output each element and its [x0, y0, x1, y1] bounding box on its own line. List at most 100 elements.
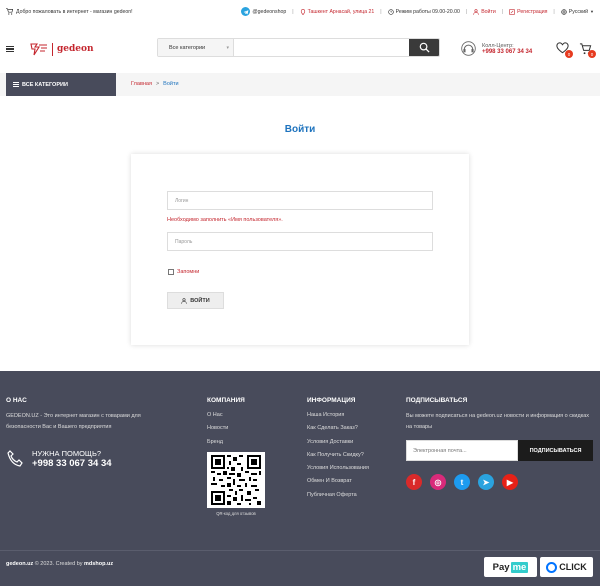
menu-icon[interactable]: [6, 45, 14, 53]
footer-about-text: GEDEON.UZ - Это интернет магазин с товар…: [6, 413, 141, 430]
divider: |: [292, 8, 294, 15]
page-title: Войти: [284, 124, 316, 135]
footer-link-discount[interactable]: Как Получить Скидку?: [307, 452, 369, 458]
breadcrumb-home[interactable]: Главная: [131, 81, 152, 87]
social-links: f ◎ t ➤ ▶: [406, 474, 596, 490]
remember-label: Запомни: [177, 269, 200, 275]
telegram-link[interactable]: @gedeonshop: [241, 7, 286, 16]
category-select-label: Все категории: [169, 44, 206, 51]
footer-subscribe-heading: ПОДПИСЫВАТЬСЯ: [406, 397, 468, 404]
register-link[interactable]: Регистрация: [509, 9, 547, 15]
wishlist-button[interactable]: 0: [556, 42, 573, 58]
subscribe-form: ПОДПИСЫВАТЬСЯ: [406, 440, 593, 461]
twitter-link[interactable]: t: [454, 474, 470, 490]
youtube-link[interactable]: ▶: [502, 474, 518, 490]
help-phone[interactable]: +998 33 067 34 34: [32, 458, 112, 469]
footer-company-heading: КОМПАНИЯ: [207, 397, 245, 404]
breadcrumb: Главная > Войти: [131, 81, 179, 87]
payme-me-text: me: [510, 561, 529, 573]
work-hours: Режим работы 09.00-20.00: [387, 8, 460, 15]
username-error: Необходимо заполнить «Имя пользователя».: [167, 217, 283, 223]
footer-link-news[interactable]: Новости: [207, 425, 265, 431]
cart-button[interactable]: 0: [579, 42, 596, 58]
main-header: gedeon Все категории ▾ Колл-Центр: +998 …: [0, 32, 600, 66]
footer-link-about[interactable]: О Нас: [207, 412, 265, 418]
footer-info: ИНФОРМАЦИЯ Наша История Как Сделать Зака…: [307, 397, 369, 505]
footer-link-brand[interactable]: Бренд: [207, 439, 265, 445]
login-button[interactable]: ВОЙТИ: [167, 292, 224, 309]
site-logo[interactable]: gedeon: [30, 42, 94, 56]
footer-company: КОМПАНИЯ О Нас Новости Бренд QR-код для …: [207, 397, 265, 516]
search-bar: Все категории ▾: [157, 38, 440, 57]
footer-link-delivery[interactable]: Условия Доставки: [307, 439, 369, 445]
nav-bar: ВСЕ КАТЕГОРИИ Главная > Войти: [0, 73, 600, 96]
login-link[interactable]: Войти: [473, 9, 496, 15]
logo-divider: [52, 42, 53, 56]
qr-code-icon: [211, 454, 261, 505]
facebook-link[interactable]: f: [406, 474, 422, 490]
footer-link-how-to-order[interactable]: Как Сделать Заказ?: [307, 425, 369, 431]
user-icon: [181, 297, 187, 304]
telegram-link[interactable]: ➤: [478, 474, 494, 490]
search-input[interactable]: [234, 39, 409, 56]
register-link-label: Регистрация: [517, 8, 548, 15]
footer-about: О НАС GEDEON.UZ - Это интернет магазин с…: [6, 397, 176, 432]
help-block: НУЖНА ПОМОЩЬ? +998 33 067 34 34: [6, 449, 112, 469]
login-button-label: ВОЙТИ: [190, 297, 210, 304]
facebook-icon: f: [412, 477, 416, 487]
qr-code: [207, 451, 265, 508]
all-categories-label: ВСЕ КАТЕГОРИИ: [22, 81, 68, 88]
click-text: CLICK: [559, 562, 587, 572]
twitter-icon: t: [460, 477, 464, 487]
call-center-phone[interactable]: +998 33 067 34 34: [482, 49, 532, 55]
payme-text: Pay: [492, 561, 510, 573]
divider: |: [465, 8, 468, 15]
footer-about-heading: О НАС: [6, 397, 27, 404]
instagram-link[interactable]: ◎: [430, 474, 446, 490]
support-headset-icon: [461, 41, 476, 56]
cart-count-badge: 0: [588, 50, 596, 58]
help-label: НУЖНА ПОМОЩЬ?: [32, 449, 102, 458]
subscribe-button[interactable]: ПОДПИСЫВАТЬСЯ: [518, 440, 593, 461]
globe-icon: [561, 8, 567, 15]
telegram-icon: ➤: [482, 477, 490, 487]
search-button[interactable]: [409, 39, 439, 56]
login-link-label: Войти: [481, 8, 496, 15]
qr-caption: QR-код для отзывов: [216, 510, 256, 516]
remember-me[interactable]: Запомни: [168, 269, 199, 275]
footer-subscribe: ПОДПИСЫВАТЬСЯ Вы можете подписаться на g…: [406, 397, 596, 490]
username-placeholder: Логин: [175, 197, 189, 204]
chevron-down-icon: ▾: [226, 45, 229, 51]
footer-link-offer[interactable]: Публичная Оферта: [307, 492, 369, 498]
copyright-text: © 2023. Created by: [33, 561, 85, 567]
language-select[interactable]: Русский ▼: [561, 9, 594, 15]
footer-link-history[interactable]: Наша История: [307, 412, 369, 418]
email-field[interactable]: [406, 440, 518, 461]
payme-logo: Pay me: [484, 557, 537, 577]
footer-divider: [0, 550, 600, 551]
telegram-icon: [241, 7, 251, 16]
category-select[interactable]: Все категории ▾: [158, 39, 234, 56]
clock-icon: [387, 8, 394, 15]
footer-link-terms[interactable]: Условия Использования: [307, 465, 369, 471]
address-link[interactable]: Ташкент Арнасай, улица 21: [300, 8, 374, 15]
welcome-message: Добро пожаловать в интернет - магазин ge…: [6, 8, 133, 15]
remember-checkbox[interactable]: [168, 269, 174, 275]
menu-icon: [13, 82, 19, 87]
phone-icon: [7, 450, 23, 467]
work-hours-text: Режим работы 09.00-20.00: [395, 8, 460, 15]
call-center: Колл-Центр: +998 33 067 34 34: [460, 40, 532, 57]
footer-link-returns[interactable]: Обмен И Возврат: [307, 478, 369, 484]
click-logo: CLICK: [540, 557, 593, 577]
username-field[interactable]: Логин: [167, 191, 433, 210]
password-field[interactable]: Пароль: [167, 232, 433, 251]
copyright-site[interactable]: gedeon.uz: [6, 561, 33, 567]
telegram-handle: @gedeonshop: [252, 8, 287, 15]
user-icon: [473, 8, 479, 15]
top-bar: Добро пожаловать в интернет - магазин ge…: [0, 0, 600, 23]
map-pin-icon: [300, 8, 305, 15]
all-categories-button[interactable]: ВСЕ КАТЕГОРИИ: [6, 73, 116, 96]
edit-icon: [509, 8, 515, 15]
breadcrumb-current: Войти: [163, 81, 179, 87]
copyright-author[interactable]: mdshop.uz: [84, 561, 113, 567]
